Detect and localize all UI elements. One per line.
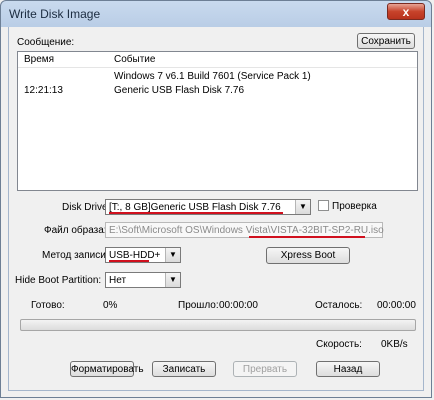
window-title: Write Disk Image	[9, 7, 101, 21]
remaining-label: Осталось:	[315, 300, 363, 311]
chevron-down-icon[interactable]: ▼	[165, 273, 180, 287]
progress-bar	[20, 319, 416, 331]
log-list[interactable]: Время Событие Windows 7 v6.1 Build 7601 …	[17, 51, 418, 191]
hide-boot-value: Нет	[109, 275, 127, 286]
done-value: 0%	[103, 300, 118, 311]
verify-checkbox[interactable]	[318, 200, 329, 211]
dialog-client-area: Сообщение: Сохранить Время Событие Windo…	[8, 27, 424, 391]
image-file-path: E:\Soft\Microsoft OS\Windows Vista\VISTA…	[109, 225, 384, 236]
close-icon: x	[402, 5, 410, 19]
write-method-label: Метод записи:	[42, 250, 109, 261]
xpress-boot-button[interactable]: Xpress Boot	[266, 247, 350, 264]
log-row-event: Windows 7 v6.1 Build 7601 (Service Pack …	[114, 71, 311, 82]
close-button[interactable]: x	[387, 3, 425, 20]
save-log-button[interactable]: Сохранить	[357, 33, 415, 49]
log-label: Сообщение:	[17, 37, 75, 48]
write-button[interactable]: Записать	[152, 361, 216, 377]
image-file-label: Файл образа:	[44, 225, 107, 236]
log-row-time: 12:21:13	[24, 85, 63, 96]
speed-value: 0KB/s	[381, 339, 408, 350]
back-button[interactable]: Назад	[316, 361, 380, 377]
verify-label: Проверка	[332, 201, 377, 212]
chevron-down-icon[interactable]: ▼	[295, 200, 310, 214]
disk-drive-highlight	[109, 212, 283, 214]
write-method-highlight	[109, 260, 149, 262]
remaining-value: 00:00:00	[377, 300, 416, 311]
image-file-highlight	[249, 236, 365, 238]
column-header-time[interactable]: Время	[24, 54, 54, 65]
format-button[interactable]: Форматировать	[70, 361, 144, 377]
log-row-event: Generic USB Flash Disk 7.76	[114, 85, 245, 96]
speed-label: Скорость:	[316, 339, 362, 350]
write-disk-image-window: Write Disk Image x Сообщение: Сохранить …	[0, 0, 432, 398]
done-label: Готово:	[31, 300, 65, 311]
hide-boot-select[interactable]: Нет ▼	[105, 272, 181, 288]
title-bar: Write Disk Image x	[1, 1, 431, 27]
abort-button[interactable]: Прервать	[233, 361, 297, 377]
elapsed-label: Прошло:	[178, 300, 219, 311]
disk-drive-label: Disk Drive:	[62, 202, 111, 213]
log-header: Время Событие	[18, 52, 417, 68]
column-header-event[interactable]: Событие	[114, 54, 155, 65]
elapsed-value: 00:00:00	[219, 300, 258, 311]
chevron-down-icon[interactable]: ▼	[165, 248, 180, 262]
hide-boot-label: Hide Boot Partition:	[15, 275, 102, 286]
